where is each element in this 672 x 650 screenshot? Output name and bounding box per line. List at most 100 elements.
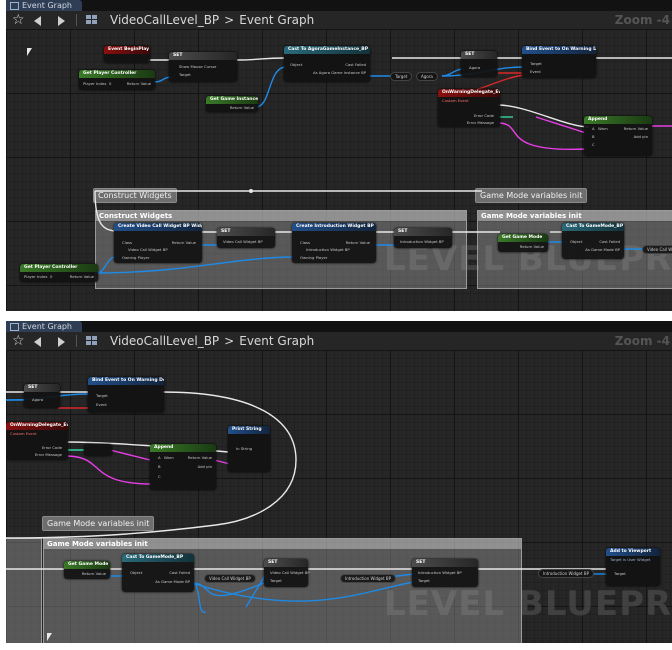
forward-arrow-icon[interactable] — [58, 16, 65, 26]
breadcrumb-graph[interactable]: Event Graph — [239, 13, 314, 27]
comment-bubble[interactable]: Game Mode variables init — [475, 188, 588, 203]
pin-a[interactable]: A — [592, 126, 595, 131]
pin-error-code[interactable]: Error Code — [42, 445, 62, 450]
pin-video-call-widget[interactable]: Video Call Widget BP — [270, 570, 310, 575]
pin-as-agora-game-instance[interactable]: As Agora Game Instance BP — [313, 70, 366, 75]
comment-box-game-mode-init[interactable]: Game Mode variables init — [43, 538, 522, 643]
get-game-instance-node[interactable]: Get Game Instance Return Value — [206, 96, 258, 112]
set-introduction-widget-node[interactable]: SET Introduction Widget BP — [394, 228, 452, 248]
pin-show-mouse-cursor[interactable]: Show Mouse Cursor — [179, 64, 216, 69]
on-warning-delegate-event-node[interactable]: OnWarningDelegate_Event_1 Custom Event E… — [6, 422, 68, 460]
pin-as-game-mode[interactable]: As Game Mode BP — [155, 579, 190, 584]
pin-return-value[interactable]: Return Value — [82, 571, 106, 576]
pin-a[interactable]: A — [158, 455, 161, 460]
append-node[interactable]: Append A Warn B C Return Value Add pin — [584, 116, 652, 156]
on-warning-delegate-event-node[interactable]: OnWarningDelegate_Event_1 Custom Event E… — [438, 89, 500, 127]
get-game-mode-node[interactable]: Get Game Mode Return Value — [498, 234, 548, 252]
int-to-string-node[interactable] — [84, 444, 112, 456]
pin-error-code[interactable]: Error Code — [474, 113, 494, 118]
pin-target[interactable]: Target — [96, 393, 108, 398]
add-pin-button[interactable]: Add pin — [198, 464, 212, 469]
pin-target[interactable]: Target — [270, 578, 282, 583]
tab-event-graph[interactable]: Event Graph — [6, 0, 82, 11]
pin-owning-player[interactable]: Owning Player — [122, 255, 149, 260]
pin-target[interactable]: Target — [530, 61, 542, 66]
pin-event[interactable]: Event — [530, 69, 541, 74]
pin-return-value[interactable]: Return Value — [346, 240, 370, 245]
pin-class-value[interactable]: Introduction Widget BP — [306, 247, 350, 252]
pin-object[interactable]: Object — [570, 239, 582, 244]
pin-return-value[interactable]: Return Value — [188, 455, 212, 460]
create-introduction-widget-node[interactable]: Create Introduction Widget BP Widget Cla… — [292, 223, 376, 263]
pin-class[interactable]: Class — [122, 240, 132, 245]
variable-introduction-widget[interactable]: Introduction Widget BP — [538, 569, 595, 578]
pin-player-index-value[interactable]: 0 — [50, 274, 52, 279]
add-pin-button[interactable]: Add pin — [634, 134, 648, 139]
variable-target[interactable]: Target — [390, 72, 413, 81]
pin-introduction-widget[interactable]: Introduction Widget BP — [418, 570, 462, 575]
event-begin-play-node[interactable]: Event BeginPlay — [104, 46, 150, 63]
comment-bubble[interactable]: Construct Widgets — [93, 188, 177, 203]
set-video-call-widget-node[interactable]: SET Video Call Widget BP — [217, 228, 275, 248]
pin-video-call-widget[interactable]: Video Call Widget BP — [223, 239, 263, 244]
pin-error-message[interactable]: Error Message — [35, 452, 62, 457]
pin-player-index[interactable]: Player Index — [83, 81, 106, 86]
back-arrow-icon[interactable] — [34, 16, 41, 26]
get-game-mode-node[interactable]: Get Game Mode Return Value — [64, 561, 110, 579]
pin-c[interactable]: C — [592, 142, 595, 147]
pin-return-value[interactable]: Return Value — [172, 240, 196, 245]
pin-cast-failed[interactable]: Cast Failed — [169, 570, 190, 575]
pin-introduction-widget[interactable]: Introduction Widget BP — [400, 239, 444, 244]
pin-agora[interactable]: Agora — [469, 65, 480, 70]
pin-owning-player[interactable]: Owning Player — [300, 255, 327, 260]
pin-cast-failed[interactable]: Cast Failed — [345, 62, 366, 67]
pin-b[interactable]: B — [592, 134, 595, 139]
variable-introduction-widget[interactable]: Introduction Widget BP — [340, 574, 397, 583]
add-to-viewport-node[interactable]: Add to Viewport Target is User Widget Ta… — [606, 548, 660, 586]
pin-player-index[interactable]: Player Index — [24, 274, 47, 279]
comment-box-partial[interactable] — [6, 538, 42, 643]
pin-event[interactable]: Event — [96, 402, 107, 407]
variable-video-call-widget[interactable]: Video Call Widget — [642, 245, 672, 254]
pin-in-string[interactable]: In String — [236, 446, 252, 451]
star-icon[interactable]: ☆ — [12, 332, 25, 350]
pin-target[interactable]: Target — [614, 571, 626, 576]
cast-to-agora-game-instance-node[interactable]: Cast To AgoraGameInstance_BP Object Cast… — [284, 46, 370, 82]
get-player-controller-node[interactable]: Get Player Controller Player Index 0 Ret… — [79, 70, 155, 90]
pin-return-value[interactable]: Return Value — [230, 105, 254, 110]
cast-to-gamemode-node[interactable]: Cast To GameMode_BP Object Cast Failed A… — [122, 554, 194, 592]
pin-return-value[interactable]: Return Value — [520, 244, 544, 249]
pin-return-value[interactable]: Return Value — [127, 81, 151, 86]
back-arrow-icon[interactable] — [34, 337, 41, 347]
append-node[interactable]: Append A Warn B C Return Value Add pin — [150, 444, 216, 490]
bind-event-on-warning-delegate-node[interactable]: Bind Event to On Warning Delegate Target… — [522, 46, 596, 78]
pin-player-index-value[interactable]: 0 — [109, 81, 111, 86]
pin-a-value[interactable]: Warn — [164, 455, 174, 460]
get-player-controller-node[interactable]: Get Player Controller Player Index 0 Ret… — [20, 264, 98, 282]
variable-video-call-widget[interactable]: Video Call Widget BP — [204, 574, 256, 583]
comment-bubble[interactable]: Game Mode variables init — [42, 516, 155, 531]
breadcrumb-blueprint[interactable]: VideoCallLevel_BP — [110, 334, 219, 348]
variable-agora[interactable]: Agora — [416, 72, 438, 81]
set-agora-node[interactable]: SET Agora — [461, 51, 497, 77]
print-string-node[interactable]: Print String In String — [228, 426, 270, 472]
pin-c[interactable]: C — [158, 474, 161, 479]
set-introduction-widget-node[interactable]: SET Introduction Widget BP Target — [412, 559, 478, 587]
forward-arrow-icon[interactable] — [58, 337, 65, 347]
pin-object[interactable]: Object — [130, 570, 142, 575]
pin-agora[interactable]: Agora — [32, 397, 43, 402]
set-video-call-widget-node[interactable]: SET Video Call Widget BP Target — [264, 559, 310, 587]
pin-target[interactable]: Target — [179, 72, 191, 77]
pin-as-game-mode[interactable]: As Game Mode BP — [585, 247, 620, 252]
star-icon[interactable]: ☆ — [12, 11, 25, 29]
graph-canvas[interactable]: LEVEL BLUEPRINT Game Mode variables init… — [6, 350, 672, 643]
cast-to-gamemode-node[interactable]: Cast To GameMode_BP Object Cast Failed A… — [562, 223, 624, 259]
pin-class-value[interactable]: Video Call Widget BP — [128, 247, 168, 252]
create-video-call-widget-node[interactable]: Create Video Call Widget BP Widget Class… — [114, 223, 202, 263]
pin-b[interactable]: B — [158, 464, 161, 469]
set-show-mouse-cursor-node[interactable]: SET Show Mouse Cursor Target — [169, 52, 237, 82]
pin-return-value[interactable]: Return Value — [624, 126, 648, 131]
pin-target[interactable]: Target — [418, 578, 430, 583]
graph-canvas[interactable]: LEVEL BLUEPRINT Construct Widgets Game M… — [6, 29, 672, 311]
breadcrumb-graph[interactable]: Event Graph — [239, 334, 314, 348]
